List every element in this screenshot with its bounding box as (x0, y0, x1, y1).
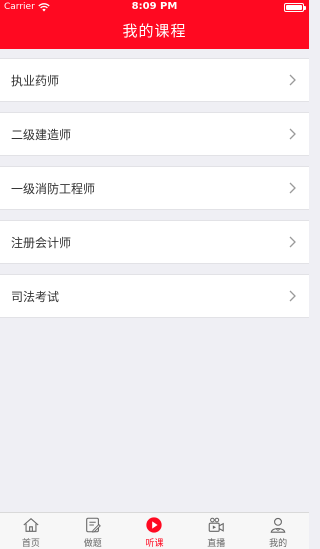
tab-label: 做题 (83, 539, 102, 549)
course-row-2[interactable]: 二级建造师 (0, 112, 309, 156)
course-label: 执业药师 (11, 73, 60, 88)
play-icon (146, 517, 163, 533)
home-icon (23, 517, 39, 532)
tab-label: 听课 (145, 539, 164, 549)
chevron-right-icon (289, 290, 296, 302)
course-row-3[interactable]: 一级消防工程师 (0, 166, 309, 210)
tab-live[interactable]: 直播 (185, 513, 247, 549)
tab-label: 直播 (207, 539, 226, 549)
tab-bar: 首页 做题 听课 直播 我的 (0, 512, 309, 549)
chevron-right-icon (289, 128, 296, 140)
tab-label: 首页 (21, 539, 40, 549)
edit-icon (85, 517, 101, 533)
chevron-right-icon (289, 236, 296, 248)
battery-icon (284, 3, 306, 12)
course-row-4[interactable]: 注册会计师 (0, 220, 309, 264)
course-label: 一级消防工程师 (11, 181, 96, 196)
header: Carrier 8:09 PM 我的课程 (0, 0, 309, 49)
chevron-right-icon (289, 182, 296, 194)
tab-practice[interactable]: 做题 (62, 513, 124, 549)
course-label: 司法考试 (11, 289, 60, 304)
course-row-1[interactable]: 执业药师 (0, 58, 309, 102)
chevron-right-icon (289, 74, 296, 86)
course-row-5[interactable]: 司法考试 (0, 274, 309, 318)
status-bar: Carrier 8:09 PM (0, 0, 309, 15)
course-label: 二级建造师 (11, 127, 72, 142)
tab-home[interactable]: 首页 (0, 513, 62, 549)
page-title: 我的课程 (122, 22, 187, 40)
battery-level (286, 5, 302, 10)
tab-profile[interactable]: 我的 (247, 513, 309, 549)
live-camera-icon (208, 517, 225, 532)
tab-lectures[interactable]: 听课 (124, 513, 186, 549)
course-label: 注册会计师 (11, 235, 72, 250)
tab-label: 我的 (269, 539, 288, 549)
status-time: 8:09 PM (131, 1, 178, 12)
user-icon (270, 517, 286, 533)
